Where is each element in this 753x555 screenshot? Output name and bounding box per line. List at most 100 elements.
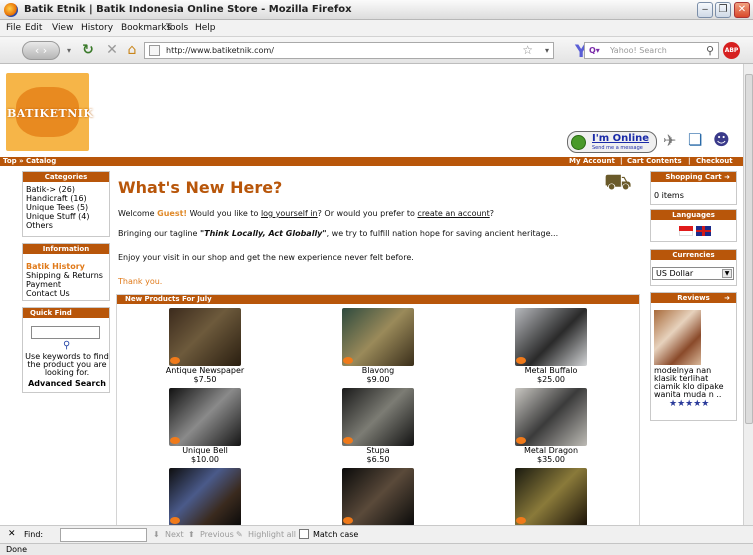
menu-bar: File Edit View History Bookmarks Tools H… [0, 20, 753, 37]
match-case-label[interactable]: Match case [313, 530, 358, 539]
highlight-icon[interactable]: ✎ [236, 530, 243, 539]
find-next-icon[interactable]: ⬇ [153, 530, 160, 539]
uk-flag-icon[interactable] [696, 226, 711, 236]
highlight-all-button[interactable]: Highlight all [248, 530, 296, 539]
login-link[interactable]: log yourself in [261, 209, 318, 218]
product-item[interactable]: Metal Buffalo $25.00 [491, 308, 611, 384]
cart-title-text[interactable]: Shopping Cart [665, 173, 721, 181]
category-item[interactable]: Unique Stuff (4) [26, 212, 106, 221]
product-image[interactable] [342, 308, 414, 366]
product-name[interactable]: Unique Bell [145, 447, 265, 455]
product-image[interactable] [169, 468, 241, 525]
product-image[interactable] [169, 388, 241, 446]
review-text[interactable]: modelnya nan klasik terlihat ciamik klo … [654, 367, 736, 399]
review-product-image[interactable] [654, 310, 701, 365]
product-item[interactable] [491, 468, 611, 525]
scrollbar-thumb[interactable] [745, 74, 753, 424]
product-image[interactable] [342, 388, 414, 446]
product-item[interactable]: Antique Newspaper $7.50 [145, 308, 265, 384]
match-case-checkbox[interactable] [299, 529, 309, 539]
search-icon[interactable]: ⚲ [63, 340, 70, 351]
my-account-icon[interactable]: ☻ [713, 130, 730, 149]
cart-title[interactable]: Shopping Cart ➜ [651, 172, 736, 182]
product-item[interactable]: Stupa $6.50 [318, 388, 438, 464]
product-image[interactable] [515, 388, 587, 446]
page-scrollbar[interactable] [743, 64, 753, 525]
menu-file[interactable]: File [6, 23, 21, 33]
cart-contents-icon[interactable]: ❏ [688, 130, 702, 149]
stop-icon[interactable]: ✕ [104, 41, 120, 60]
chevron-down-icon[interactable]: ▼ [722, 269, 732, 278]
search-engine-icon[interactable]: Q▾ [589, 46, 600, 55]
cart-contents-link[interactable]: Cart Contents [627, 157, 682, 166]
product-image[interactable] [342, 468, 414, 525]
info-item-shipping[interactable]: Shipping & Returns [26, 271, 106, 280]
reload-icon[interactable]: ↻ [80, 41, 96, 60]
menu-history[interactable]: History [81, 23, 113, 33]
search-icon[interactable]: ⚲ [706, 44, 714, 57]
close-find-icon[interactable]: ✕ [8, 529, 16, 539]
maximize-button[interactable]: ❐ [715, 2, 731, 18]
site-logo[interactable]: BATIKETNIK [6, 69, 93, 157]
online-title[interactable]: I'm Online [592, 133, 649, 144]
find-input[interactable] [60, 528, 147, 542]
bookmark-star-icon[interactable]: ☆ [522, 43, 533, 57]
product-name[interactable]: Antique Newspaper [145, 367, 265, 375]
product-image[interactable] [169, 308, 241, 366]
product-name[interactable]: Stupa [318, 447, 438, 455]
back-forward-button[interactable]: ‹ › [22, 41, 60, 60]
find-previous-button[interactable]: Previous [200, 530, 234, 539]
url-dropdown-icon[interactable]: ▾ [545, 46, 549, 55]
menu-bookmarks[interactable]: Bookmarks [121, 23, 171, 33]
category-item[interactable]: Unique Tees (5) [26, 203, 106, 212]
currency-select[interactable]: US Dollar ▼ [652, 267, 734, 280]
product-name[interactable]: Metal Dragon [491, 447, 611, 455]
currency-selected[interactable]: US Dollar [656, 269, 693, 278]
product-item[interactable] [145, 468, 265, 525]
menu-edit[interactable]: Edit [25, 23, 42, 33]
info-item-contact[interactable]: Contact Us [26, 289, 106, 298]
product-name[interactable]: Blavong [318, 367, 438, 375]
menu-view[interactable]: View [52, 23, 73, 33]
product-image[interactable] [515, 308, 587, 366]
home-icon[interactable]: ⌂ [124, 41, 140, 60]
advanced-search-link[interactable]: Advanced Search [25, 379, 109, 388]
find-next-button[interactable]: Next [165, 530, 184, 539]
product-name[interactable]: Metal Buffalo [491, 367, 611, 375]
product-item[interactable]: Metal Dragon $35.00 [491, 388, 611, 464]
reviews-title[interactable]: Reviews [677, 294, 709, 302]
search-bar[interactable]: Q▾ Yahoo! Search ⚲ [584, 42, 719, 59]
minimize-button[interactable]: ‒ [697, 2, 713, 18]
my-account-link[interactable]: My Account [569, 157, 615, 166]
menu-tools[interactable]: Tools [166, 23, 188, 33]
cart-items: 0 items [654, 191, 684, 200]
create-account-link[interactable]: create an account [417, 209, 489, 218]
quick-find-input[interactable] [31, 326, 100, 339]
info-item-payment[interactable]: Payment [26, 280, 106, 289]
checkout-icon[interactable]: ✈ [663, 131, 676, 150]
history-dropdown-icon[interactable]: ▾ [64, 41, 74, 60]
url-text[interactable]: http://www.batiketnik.com/ [166, 46, 274, 55]
category-item[interactable]: Handicraft (16) [26, 194, 106, 203]
product-image[interactable] [515, 468, 587, 525]
indonesia-flag-icon[interactable] [679, 226, 693, 236]
arrow-right-icon[interactable]: ➜ [724, 172, 730, 182]
category-item[interactable]: Others [26, 221, 106, 230]
arrow-right-icon[interactable]: ➜ [724, 293, 730, 303]
product-item[interactable]: Blavong $9.00 [318, 308, 438, 384]
url-bar[interactable]: http://www.batiketnik.com/ ☆ ▾ [144, 42, 554, 59]
guest-label: Guest! [157, 209, 188, 218]
find-previous-icon[interactable]: ⬆ [188, 530, 195, 539]
reviews-title-bar[interactable]: Reviews ➜ [651, 293, 736, 303]
info-item-batik-history[interactable]: Batik History [26, 262, 106, 271]
menu-help[interactable]: Help [195, 23, 216, 33]
category-item[interactable]: Batik-> (26) [26, 185, 106, 194]
product-item[interactable]: Unique Bell $10.00 [145, 388, 265, 464]
adblock-icon[interactable]: ABP [723, 42, 740, 59]
checkout-link[interactable]: Checkout [696, 157, 733, 166]
breadcrumb[interactable]: Top » Catalog [3, 157, 56, 166]
close-button[interactable]: ✕ [734, 2, 750, 18]
search-placeholder[interactable]: Yahoo! Search [610, 46, 667, 55]
im-online-badge[interactable]: I'm Online Send me a message [567, 131, 657, 153]
product-item[interactable] [318, 468, 438, 525]
